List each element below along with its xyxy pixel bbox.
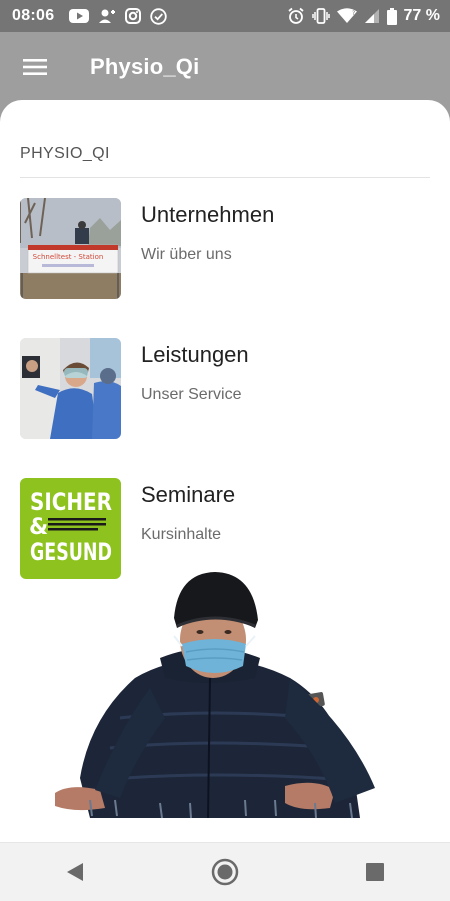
menu-icon	[23, 58, 47, 76]
back-icon	[66, 862, 84, 882]
home-button[interactable]	[190, 847, 260, 897]
youtube-icon	[69, 9, 90, 23]
recents-button[interactable]	[340, 847, 410, 897]
seminar-logo-ampersand: &	[29, 515, 48, 540]
list-item-unternehmen[interactable]: Schnelltest - Station Unternehmen Wir üb…	[20, 198, 430, 300]
instagram-icon	[125, 8, 142, 24]
menu-button[interactable]	[0, 32, 70, 102]
back-button[interactable]	[40, 847, 110, 897]
list-item-seminare[interactable]: SICHER & GESUND Seminare Kursinhalte	[20, 478, 430, 580]
item-title: Leistungen	[141, 342, 249, 367]
vibrate-icon	[311, 8, 330, 24]
recents-icon	[366, 863, 384, 881]
seminar-logo-line2: GESUND	[30, 538, 112, 566]
item-title: Seminare	[141, 482, 236, 507]
status-bar: 08:06 ? 77 %	[0, 0, 450, 32]
app-bar: Physio_Qi	[0, 32, 450, 102]
home-icon	[211, 858, 239, 886]
person-photo	[50, 568, 385, 823]
alarm-icon	[287, 7, 305, 25]
item-subtitle: Unser Service	[141, 386, 242, 403]
wifi-icon: ?	[336, 8, 357, 24]
check-circle-icon	[150, 7, 168, 25]
section-divider	[20, 177, 430, 178]
leistungen-thumbnail	[20, 338, 121, 439]
list-item-leistungen[interactable]: Leistungen Unser Service	[20, 338, 430, 440]
status-time: 08:06	[12, 7, 55, 24]
item-subtitle: Kursinhalte	[141, 526, 222, 543]
app-title: Physio_Qi	[90, 54, 200, 79]
item-title: Unternehmen	[141, 202, 275, 227]
unternehmen-thumbnail: Schnelltest - Station	[20, 198, 121, 299]
seminare-thumbnail: SICHER & GESUND	[20, 478, 121, 579]
seminar-logo-line1: SICHER	[30, 488, 112, 516]
signal-icon	[364, 8, 380, 24]
banner-text: Schnelltest - Station	[33, 253, 104, 261]
system-navigation-bar	[0, 842, 450, 901]
item-subtitle: Wir über uns	[141, 246, 232, 263]
section-header: PHYSIO_QI	[20, 145, 110, 162]
battery-icon	[386, 7, 397, 25]
svg-text:?: ?	[352, 10, 355, 17]
battery-percentage: 77 %	[403, 7, 440, 24]
navigation-drawer: PHYSIO_QI Schnelltest - Station Unterneh…	[0, 100, 450, 842]
account-icon	[98, 8, 116, 24]
